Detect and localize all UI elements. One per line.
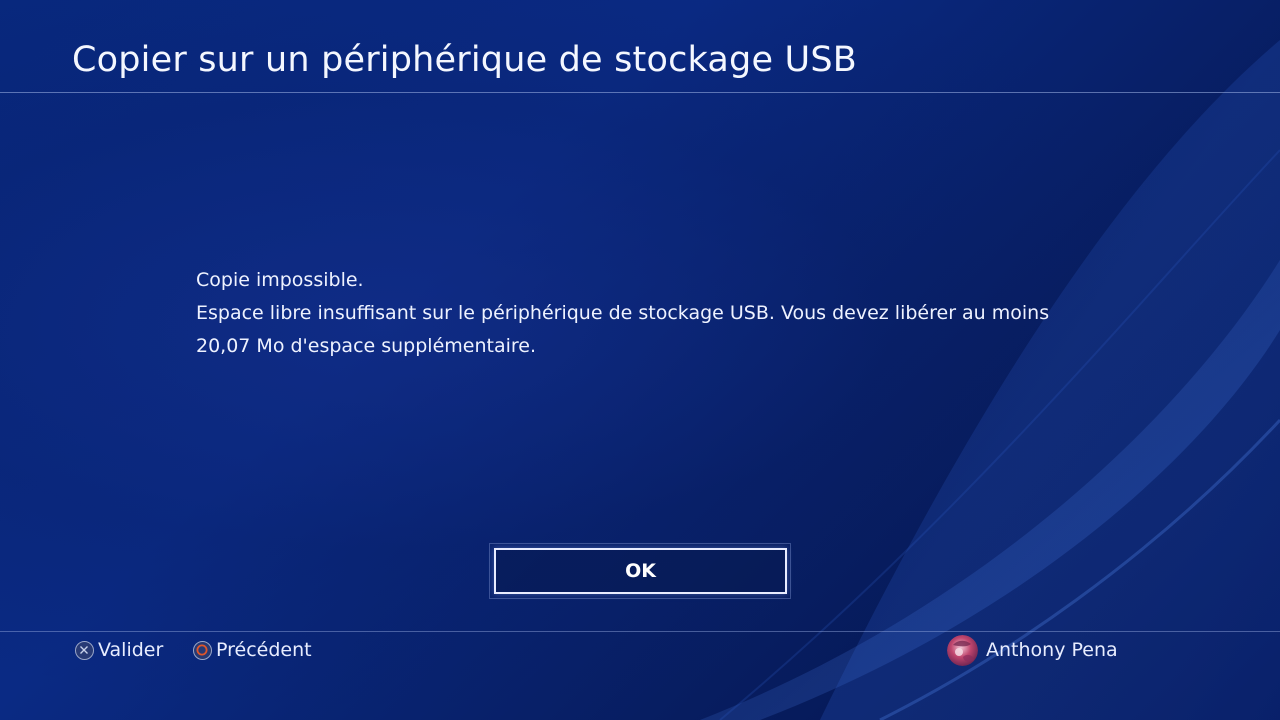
circle-button-icon (193, 640, 212, 660)
footer-confirm-label: Valider (98, 639, 164, 661)
avatar (947, 634, 978, 666)
error-message-line: Espace libre insuffisant sur le périphér… (196, 302, 1050, 324)
error-message-line: Copie impossible. (196, 269, 364, 291)
error-message: Copie impossible. Espace libre insuffisa… (196, 264, 1096, 363)
footer-back-label: Précédent (216, 639, 312, 661)
header-bar: Copier sur un périphérique de stockage U… (0, 0, 1280, 93)
page-title: Copier sur un périphérique de stockage U… (72, 40, 857, 80)
ok-button[interactable]: OK (494, 548, 787, 594)
footer-back-hint[interactable]: Précédent (193, 636, 312, 664)
cross-button-icon (75, 640, 94, 660)
footer-divider (0, 631, 1280, 632)
error-message-line: 20,07 Mo d'espace supplémentaire. (196, 335, 537, 357)
user-name: Anthony Pena (986, 639, 1118, 661)
screen: Copier sur un périphérique de stockage U… (0, 0, 1280, 720)
user-profile[interactable]: Anthony Pena (947, 634, 1118, 666)
footer-confirm-hint[interactable]: Valider (75, 636, 163, 664)
